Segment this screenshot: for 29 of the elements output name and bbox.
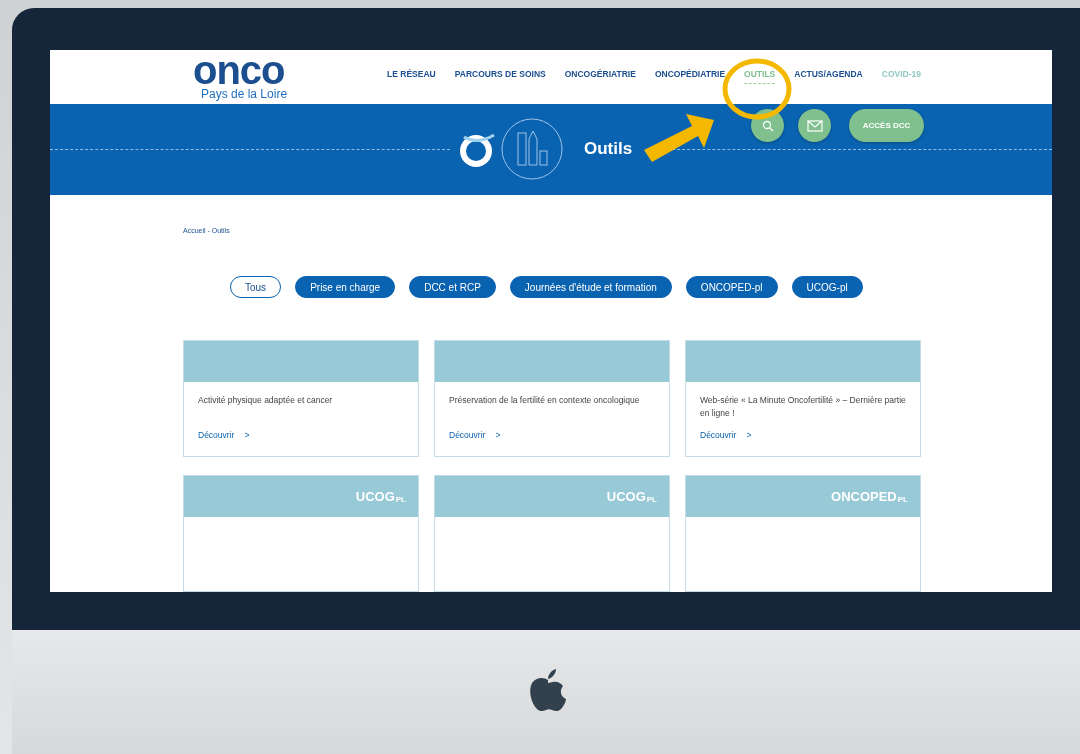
- apple-icon: [528, 668, 568, 714]
- filter-button[interactable]: Journées d'étude et formation: [509, 276, 672, 298]
- article-card[interactable]: Web-série « La Minute Oncofertilité » – Dernière partie en ligne ! Découvrir >: [685, 340, 921, 457]
- mail-icon: [806, 119, 823, 132]
- search-icon: [761, 119, 774, 132]
- discover-link[interactable]: Découvrir >: [686, 424, 920, 446]
- nav-link[interactable]: PARCOURS DE SOINS: [454, 69, 546, 85]
- filter-button[interactable]: ONCOPED-pl: [685, 276, 778, 298]
- logo-wordmark: onco: [193, 52, 285, 87]
- card-title: Préservation de la fertilité en contexte oncologique: [448, 394, 641, 407]
- discover-link[interactable]: Découvrir >: [184, 424, 418, 446]
- banner-title: Outils: [583, 139, 634, 160]
- filter-button[interactable]: UCOG-pl: [791, 276, 863, 298]
- nav-link[interactable]: ONCOGÉRIATRIE: [564, 69, 636, 85]
- article-card[interactable]: Préservation de la fertilité en contexte oncologique Découvrir >: [434, 340, 670, 457]
- article-card[interactable]: Activité physique adaptée et cancer Découvrir >: [183, 340, 419, 457]
- nav-link[interactable]: ACTUS/AGENDA: [794, 69, 863, 85]
- card-logo: UCOG PL: [606, 489, 657, 504]
- nav-link[interactable]: LE RÉSEAU: [387, 69, 436, 85]
- logo-subtitle: Pays de la Loire: [201, 86, 288, 101]
- discover-link[interactable]: Découvrir >: [435, 424, 669, 446]
- filter-button[interactable]: DCC et RCP: [409, 276, 496, 298]
- card-title: Web-série « La Minute Oncofertilité » – Dernière partie en ligne !: [699, 394, 907, 420]
- card-logo: UCOG PL: [355, 489, 406, 504]
- nav-link[interactable]: ONCOPÉDIATRIE: [654, 69, 726, 85]
- card-title: Activité physique adaptée et cancer: [197, 394, 334, 407]
- filter-button[interactable]: Tous: [230, 276, 282, 298]
- card-logo: ONCOPED PL: [831, 489, 908, 504]
- filter-button[interactable]: Prise en charge: [295, 276, 396, 298]
